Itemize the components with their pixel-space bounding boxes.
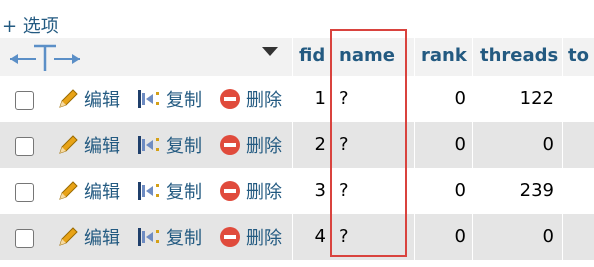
delete-label: 删除 — [246, 228, 282, 249]
row-checkbox[interactable] — [15, 137, 34, 156]
delete-icon — [220, 135, 240, 155]
delete-link[interactable]: 删除 — [218, 178, 282, 204]
column-header-threads[interactable]: threads — [480, 38, 558, 76]
column-header-fid[interactable]: fid — [299, 38, 325, 76]
copy-link[interactable]: 复制 — [136, 86, 202, 112]
column-separator — [472, 38, 473, 266]
cell-threads: 239 — [519, 180, 554, 201]
cell-name: ? — [339, 226, 349, 247]
cell-name: ? — [339, 134, 349, 155]
column-separator — [414, 38, 415, 266]
copy-icon — [138, 182, 159, 200]
copy-icon — [138, 228, 159, 246]
delete-label: 删除 — [246, 90, 282, 111]
copy-label: 复制 — [166, 228, 202, 249]
edit-label: 编辑 — [84, 228, 120, 249]
edit-link[interactable]: 编辑 — [56, 86, 120, 112]
column-separator — [562, 38, 563, 266]
edit-label: 编辑 — [84, 90, 120, 111]
copy-link[interactable]: 复制 — [136, 132, 202, 158]
cell-threads: 0 — [542, 134, 554, 155]
delete-link[interactable]: 删除 — [218, 224, 282, 250]
copy-label: 复制 — [166, 182, 202, 203]
pencil-icon — [59, 227, 78, 246]
sort-caret-icon[interactable] — [262, 47, 278, 56]
row-checkbox[interactable] — [15, 183, 34, 202]
cell-fid: 1 — [314, 88, 326, 109]
copy-link[interactable]: 复制 — [136, 178, 202, 204]
copy-label: 复制 — [166, 90, 202, 111]
pencil-icon — [59, 181, 78, 200]
delete-icon — [220, 181, 240, 201]
table-row: 编辑 复制 删除 1 ? 0 122 — [0, 76, 594, 122]
cell-rank: 0 — [454, 134, 466, 155]
row-checkbox[interactable] — [15, 91, 34, 110]
table-row: 编辑 复制 删除 3 ? 0 239 — [0, 168, 594, 214]
pencil-icon — [59, 135, 78, 154]
copy-link[interactable]: 复制 — [136, 224, 202, 250]
column-separator — [292, 38, 293, 266]
copy-icon — [138, 136, 159, 154]
cell-fid: 3 — [314, 180, 326, 201]
cell-fid: 2 — [314, 134, 326, 155]
edit-label: 编辑 — [84, 182, 120, 203]
pencil-icon — [59, 89, 78, 108]
column-header-to[interactable]: to — [568, 38, 589, 76]
copy-icon — [138, 90, 159, 108]
delete-label: 删除 — [246, 182, 282, 203]
delete-label: 删除 — [246, 136, 282, 157]
row-checkbox[interactable] — [15, 229, 34, 248]
edit-label: 编辑 — [84, 136, 120, 157]
edit-link[interactable]: 编辑 — [56, 178, 120, 204]
cell-rank: 0 — [454, 226, 466, 247]
cell-name: ? — [339, 180, 349, 201]
cell-fid: 4 — [314, 226, 326, 247]
cell-rank: 0 — [454, 88, 466, 109]
column-resize-arrows-icon[interactable] — [6, 41, 84, 73]
delete-link[interactable]: 删除 — [218, 86, 282, 112]
options-link[interactable]: + 选项 — [2, 12, 59, 38]
table-row: 编辑 复制 删除 2 ? 0 0 — [0, 122, 594, 168]
column-header-rank[interactable]: rank — [421, 38, 467, 76]
table-row: 编辑 复制 删除 4 ? 0 0 — [0, 214, 594, 260]
delete-link[interactable]: 删除 — [218, 132, 282, 158]
cell-threads: 122 — [519, 88, 554, 109]
edit-link[interactable]: 编辑 — [56, 132, 120, 158]
cell-rank: 0 — [454, 180, 466, 201]
column-header-name[interactable]: name — [339, 38, 395, 76]
delete-icon — [220, 227, 240, 247]
cell-threads: 0 — [542, 226, 554, 247]
cell-name: ? — [339, 88, 349, 109]
delete-icon — [220, 89, 240, 109]
copy-label: 复制 — [166, 136, 202, 157]
edit-link[interactable]: 编辑 — [56, 224, 120, 250]
